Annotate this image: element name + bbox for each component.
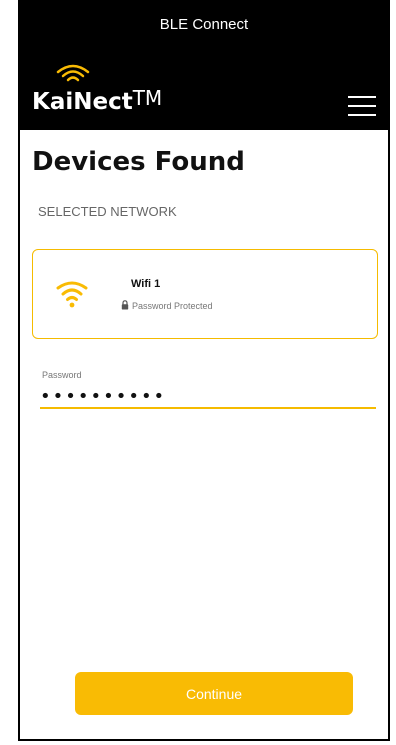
logo-trademark: TM (132, 86, 163, 110)
lock-icon (121, 300, 129, 310)
network-name: Wifi 1 (131, 278, 161, 290)
phone-frame: BLE Connect KaiNectTM Devices Found SELE… (18, 0, 390, 741)
password-input[interactable] (40, 385, 376, 409)
selected-network-card[interactable]: Wifi 1 Password Protected (32, 249, 378, 339)
network-security-label: Password Protected (132, 301, 213, 311)
logo-wordmark: KaiNect (32, 89, 133, 115)
continue-button[interactable]: Continue (75, 672, 353, 715)
wifi-icon (56, 281, 88, 308)
network-security-status: Password Protected (121, 300, 213, 311)
page-title: Devices Found (32, 147, 245, 177)
menu-button[interactable] (348, 96, 376, 118)
status-title: BLE Connect (159, 16, 249, 33)
section-label: SELECTED NETWORK (38, 204, 177, 219)
logo-wifi-icon (56, 64, 90, 82)
hamburger-menu-icon (348, 96, 376, 116)
password-label: Password (42, 370, 82, 380)
app-header: BLE Connect KaiNectTM (20, 0, 388, 130)
logo-text: KaiNectTM (32, 86, 162, 115)
